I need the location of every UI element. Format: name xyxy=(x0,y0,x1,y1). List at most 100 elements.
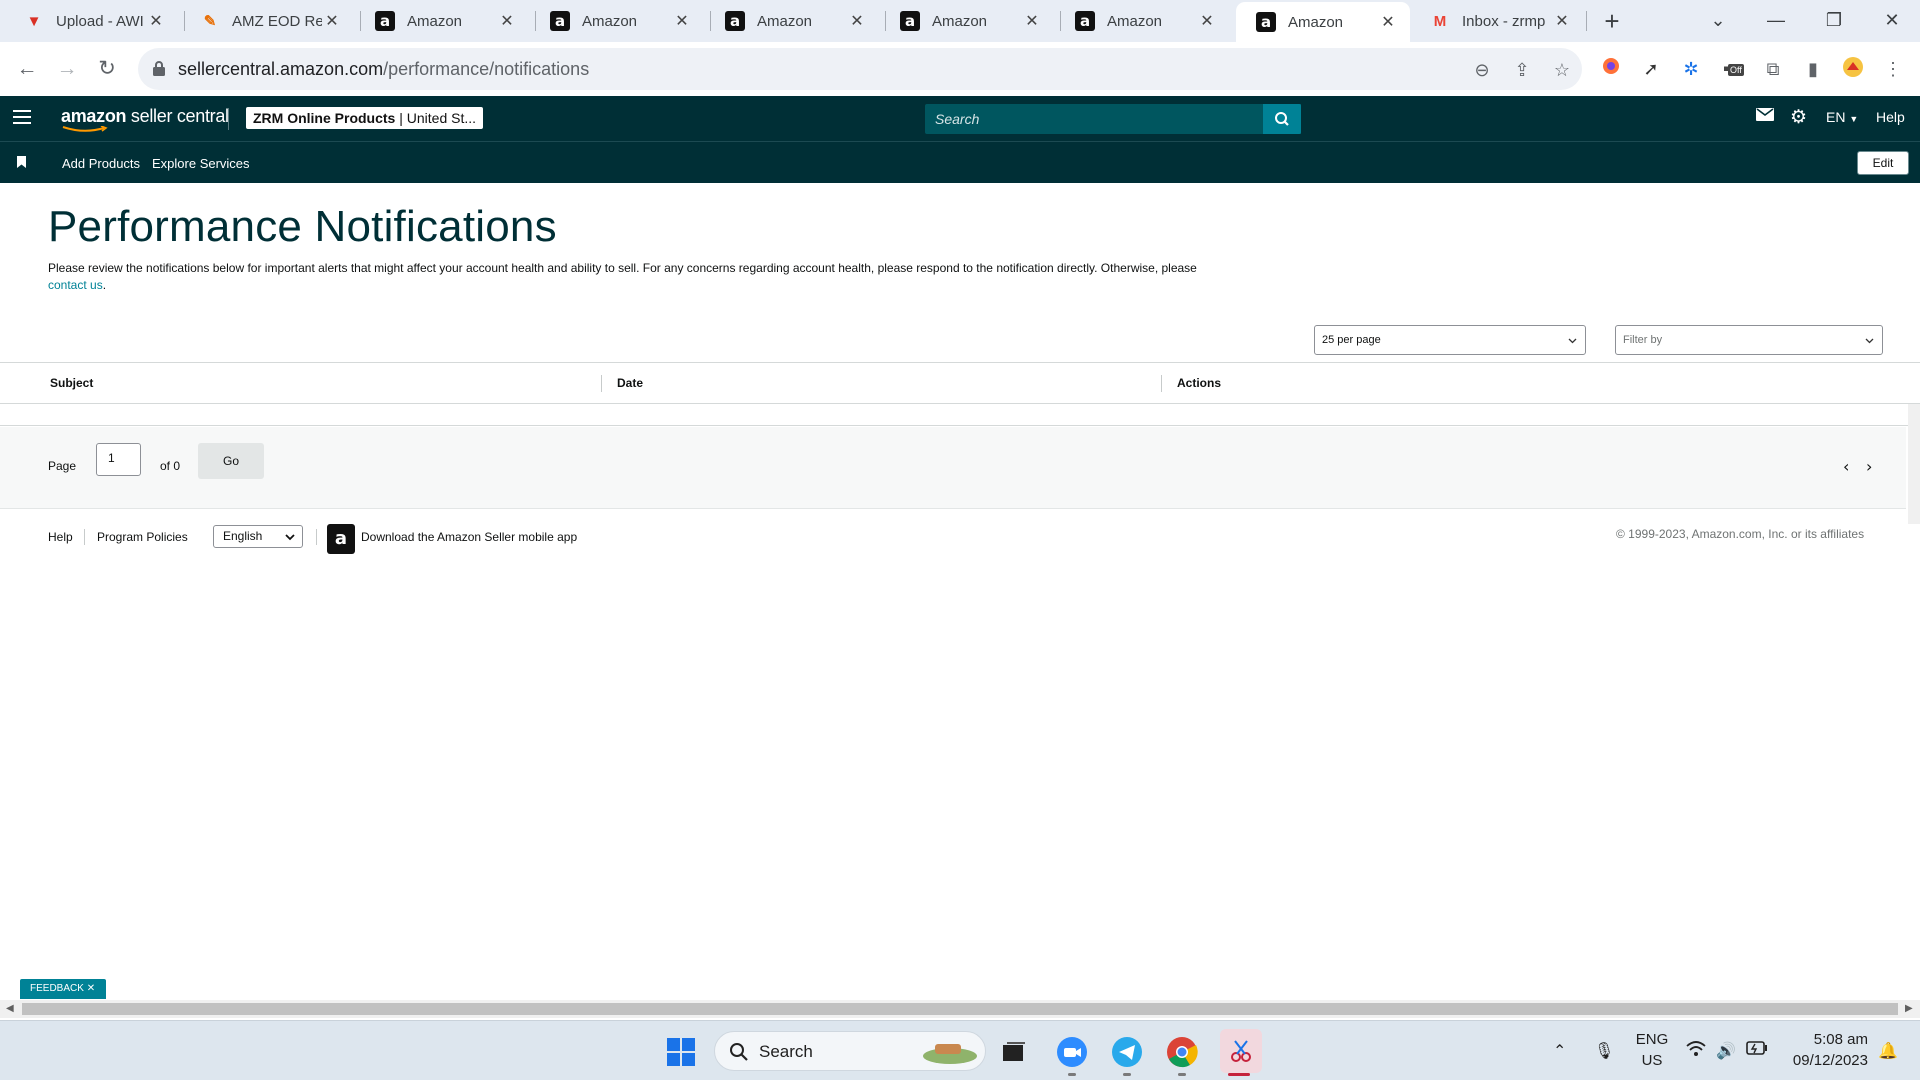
browser-tab-active[interactable]: a Amazon ✕ xyxy=(1236,2,1410,42)
minimize-icon[interactable]: — xyxy=(1748,0,1804,42)
amazon-a-icon: a xyxy=(550,11,570,31)
chevron-left-icon[interactable]: ‹ xyxy=(1843,459,1849,475)
close-icon[interactable]: ✕ xyxy=(847,11,867,31)
extension-gear-blue-icon[interactable]: ✲ xyxy=(1678,56,1704,82)
share-icon[interactable]: ⇪ xyxy=(1510,58,1534,82)
extensions-puzzle-icon[interactable]: ⧉ xyxy=(1760,56,1786,82)
star-icon[interactable]: ☆ xyxy=(1550,58,1574,82)
amazon-app-icon[interactable]: a xyxy=(327,524,355,554)
scroll-right-arrow-icon[interactable]: ▶ xyxy=(1905,1003,1913,1014)
bookmark-icon[interactable] xyxy=(17,156,26,168)
help-link[interactable]: Help xyxy=(1876,109,1905,125)
close-icon[interactable]: ✕ xyxy=(1552,11,1572,31)
close-icon[interactable]: ✕ xyxy=(146,11,166,31)
browser-tab[interactable]: ✎ AMZ EOD Rep ✕ xyxy=(180,2,354,40)
browser-tab[interactable]: a Amazon ✕ xyxy=(705,2,879,40)
column-subject[interactable]: Subject xyxy=(50,376,93,390)
clock-date[interactable]: 09/12/2023 xyxy=(1778,1052,1868,1069)
column-actions[interactable]: Actions xyxy=(1177,376,1221,390)
ribbon-icon: ✎ xyxy=(203,13,217,30)
go-button[interactable]: Go xyxy=(198,443,264,479)
reload-icon[interactable]: ↻ xyxy=(90,52,124,86)
close-icon[interactable]: ✕ xyxy=(1197,11,1217,31)
tab-search-chevron-icon[interactable]: ⌄ xyxy=(1690,0,1746,42)
notification-bell-icon[interactable]: 🔔 xyxy=(1878,1041,1898,1061)
browser-tab[interactable]: a Amazon ✕ xyxy=(880,2,1054,40)
browser-tab[interactable]: ▼ Upload - AWI ✕ xyxy=(4,2,178,40)
menu-icon[interactable] xyxy=(13,110,31,124)
windows-start-icon[interactable] xyxy=(664,1035,698,1069)
input-language[interactable]: ENG xyxy=(1632,1031,1672,1048)
chevron-up-icon[interactable]: ⌃ xyxy=(1553,1041,1566,1061)
horizontal-scrollbar[interactable]: ◀ ▶ xyxy=(0,1000,1920,1018)
settings-gear-icon[interactable]: ⚙ xyxy=(1790,106,1807,129)
language-selector[interactable]: EN ▼ xyxy=(1826,109,1858,125)
close-icon[interactable]: ✕ xyxy=(672,11,692,31)
chrome-icon[interactable] xyxy=(1165,1035,1199,1069)
zoom-app-icon[interactable] xyxy=(1055,1035,1089,1069)
footer-language-select[interactable]: English xyxy=(213,525,303,548)
close-icon[interactable]: ✕ xyxy=(322,11,342,31)
footer-help-link[interactable]: Help xyxy=(48,530,73,544)
column-divider[interactable] xyxy=(601,375,602,392)
profile-avatar-icon[interactable] xyxy=(1840,56,1866,82)
back-icon[interactable]: ← xyxy=(10,52,44,86)
close-icon[interactable]: ✕ xyxy=(87,983,95,994)
filter-placeholder: Filter by xyxy=(1623,334,1663,346)
volume-icon[interactable]: 🔊 xyxy=(1716,1041,1736,1061)
feedback-button[interactable]: FEEDBACK ✕ xyxy=(20,979,106,999)
search-button[interactable] xyxy=(1263,104,1301,134)
telegram-icon[interactable] xyxy=(1110,1035,1144,1069)
restore-icon[interactable]: ❐ xyxy=(1806,0,1862,42)
account-switcher[interactable]: ZRM Online Products | United St... xyxy=(246,107,484,129)
forward-icon[interactable]: → xyxy=(50,52,84,86)
close-icon[interactable]: ✕ xyxy=(1022,11,1042,31)
task-view-icon[interactable] xyxy=(997,1035,1031,1069)
footer-program-policies-link[interactable]: Program Policies xyxy=(97,530,188,544)
seller-central-logo[interactable]: amazon seller central xyxy=(61,106,229,127)
browser-tab[interactable]: a Amazon ✕ xyxy=(355,2,529,40)
zoom-out-icon[interactable]: ⊖ xyxy=(1470,58,1494,82)
url-bar[interactable]: sellercentral.amazon.com/performance/not… xyxy=(138,48,1582,90)
chevron-right-icon[interactable]: › xyxy=(1866,459,1872,475)
scroll-left-arrow-icon[interactable]: ◀ xyxy=(6,1003,14,1014)
download-app-link[interactable]: Download the Amazon Seller mobile app xyxy=(361,530,577,544)
nav-add-products[interactable]: Add Products xyxy=(62,156,140,171)
browser-tab[interactable]: a Amazon ✕ xyxy=(1055,2,1229,40)
battery-icon[interactable] xyxy=(1746,1041,1768,1060)
snipping-tool-icon[interactable] xyxy=(1220,1029,1262,1073)
extension-firefox-icon[interactable] xyxy=(1598,56,1624,82)
table-scrollbar[interactable] xyxy=(1908,404,1920,524)
filter-by-select[interactable]: Filter by xyxy=(1615,325,1883,355)
page-number-input[interactable]: 1 xyxy=(96,443,141,476)
per-page-select[interactable]: 25 per page xyxy=(1314,325,1586,355)
edit-nav-button[interactable]: Edit xyxy=(1857,151,1909,175)
contact-us-link[interactable]: contact us xyxy=(48,278,103,292)
tab-title: Inbox - zrmp xyxy=(1462,12,1546,30)
column-divider[interactable] xyxy=(1161,375,1162,392)
close-icon[interactable]: ✕ xyxy=(1378,12,1398,32)
input-region[interactable]: US xyxy=(1632,1052,1672,1069)
browser-tab[interactable]: M Inbox - zrmp ✕ xyxy=(1410,2,1584,40)
nav-explore-services[interactable]: Explore Services xyxy=(152,156,250,171)
new-tab-icon[interactable]: + xyxy=(1596,5,1628,37)
browser-tab[interactable]: a Amazon ✕ xyxy=(530,2,704,40)
side-panel-icon[interactable]: ▮ xyxy=(1800,56,1826,82)
clock-time[interactable]: 5:08 am xyxy=(1778,1031,1868,1048)
close-icon[interactable]: ✕ xyxy=(497,11,517,31)
extension-off-icon[interactable]: ▬ Off xyxy=(1722,56,1748,82)
amazon-a-icon: a xyxy=(1075,11,1095,31)
chevron-down-icon xyxy=(285,534,295,541)
amazon-a-icon: a xyxy=(375,11,395,31)
scrollbar-thumb[interactable] xyxy=(22,1003,1898,1015)
chrome-menu-icon[interactable]: ⋮ xyxy=(1880,56,1906,82)
wifi-icon[interactable] xyxy=(1686,1041,1706,1062)
taskbar-search[interactable]: Search xyxy=(714,1031,986,1071)
global-search-input[interactable]: Search xyxy=(925,104,1301,134)
close-window-icon[interactable]: ✕ xyxy=(1864,0,1920,42)
extension-cursor-icon[interactable]: ➚ xyxy=(1638,56,1664,82)
column-date[interactable]: Date xyxy=(617,376,643,390)
page-label: Page xyxy=(48,459,77,473)
microphone-icon[interactable]: 🎙 xyxy=(1594,1041,1614,1061)
mail-icon[interactable] xyxy=(1756,108,1774,125)
